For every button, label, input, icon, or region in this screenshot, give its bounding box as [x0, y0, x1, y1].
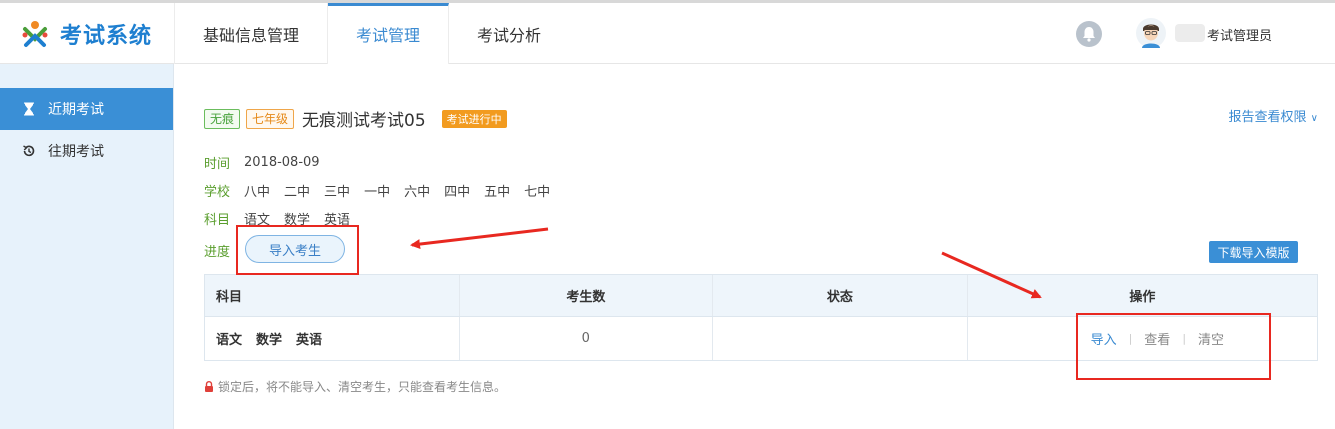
school-item: 八中	[244, 185, 271, 200]
school-item: 二中	[284, 185, 311, 200]
nav-item-exam-management[interactable]: 考试管理	[328, 3, 450, 64]
column-header-actions: 操作	[1129, 290, 1156, 305]
bell-icon[interactable]	[1076, 21, 1102, 47]
report-permission-label: 报告查看权限	[1228, 110, 1307, 125]
subject-cell: 语文 数学 英语	[205, 317, 460, 360]
sidebar-item-recent-exams[interactable]: 近期考试	[0, 88, 173, 130]
sidebar: 近期考试 往期考试	[0, 64, 174, 429]
tag-grade: 七年级	[246, 108, 295, 129]
avatar-icon[interactable]	[1136, 18, 1166, 48]
history-icon	[22, 144, 36, 158]
school-item: 一中	[364, 185, 391, 200]
info-time-row: 时间 2018-08-09	[204, 153, 334, 172]
logo-text: 考试系统	[60, 23, 153, 49]
time-label: 时间	[204, 157, 231, 172]
column-header-subject: 科目	[205, 275, 460, 316]
user-name-blurred	[1175, 24, 1205, 42]
sidebar-item-label: 近期考试	[48, 102, 104, 118]
hourglass-icon	[22, 102, 36, 116]
download-template-button[interactable]: 下载导入模版	[1209, 241, 1298, 263]
table-header: 科目 考生数 状态 操作	[205, 275, 1317, 317]
lock-note-text: 锁定后，将不能导入、清空考生，只能查看考生信息。	[218, 380, 507, 394]
sidebar-item-past-exams[interactable]: 往期考试	[0, 130, 173, 172]
column-header-count: 考生数	[460, 275, 714, 316]
logo-icon	[22, 20, 48, 47]
school-item: 五中	[484, 185, 511, 200]
chevron-down-icon: ∨	[1310, 113, 1318, 124]
school-label: 学校	[204, 185, 231, 200]
subject-name: 数学	[256, 333, 283, 348]
school-item: 七中	[524, 185, 551, 200]
exam-title-row: 无痕 七年级 无痕测试考试05 考试进行中	[204, 106, 507, 131]
subject-name: 英语	[296, 333, 323, 348]
user-role-label[interactable]: 考试管理员	[1207, 25, 1272, 44]
main-nav: 基础信息管理 考试管理 考试分析	[174, 3, 569, 64]
info-school-row: 学校 八中 二中 三中 一中 六中 四中 五中 七中	[204, 181, 564, 200]
sidebar-item-label: 往期考试	[48, 144, 104, 160]
count-cell: 0	[460, 317, 714, 360]
status-badge: 考试进行中	[441, 109, 507, 128]
lock-icon	[205, 381, 213, 392]
nav-item-exam-analysis[interactable]: 考试分析	[449, 3, 569, 64]
school-item: 三中	[324, 185, 351, 200]
subject-name: 语文	[216, 333, 243, 348]
report-permission-dropdown[interactable]: 报告查看权限 ∨	[1229, 106, 1318, 125]
time-value: 2018-08-09	[244, 155, 320, 170]
logo[interactable]: 考试系统	[0, 3, 174, 64]
status-cell	[713, 317, 968, 360]
top-header: 考试系统 基础信息管理 考试管理 考试分析 考试管理员	[0, 0, 1335, 64]
student-count: 0	[581, 331, 590, 346]
school-item: 六中	[404, 185, 431, 200]
annotation-box-import	[236, 225, 359, 275]
annotation-box-actions	[1076, 313, 1271, 380]
school-item: 四中	[444, 185, 471, 200]
progress-label: 进度	[204, 245, 231, 260]
column-header-status: 状态	[713, 275, 968, 316]
subject-label: 科目	[204, 213, 231, 228]
nav-item-basic-info[interactable]: 基础信息管理	[174, 3, 329, 64]
tag-no-trace: 无痕	[204, 108, 241, 129]
lock-note: 锁定后，将不能导入、清空考生，只能查看考生信息。	[204, 378, 506, 395]
exam-title: 无痕测试考试05	[302, 111, 426, 131]
